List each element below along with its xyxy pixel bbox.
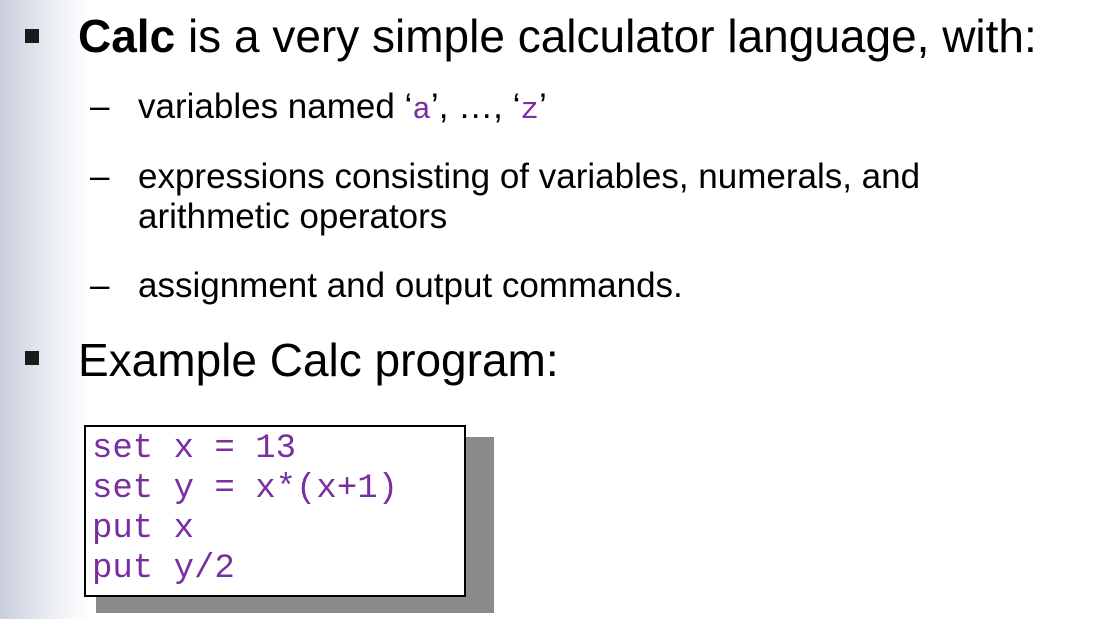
- sub-bullet-commands: assignment and output commands.: [138, 266, 683, 305]
- code-line: put x: [92, 510, 195, 548]
- calc-keyword: Calc: [78, 10, 176, 62]
- code-line: put y/2: [92, 550, 235, 588]
- square-bullet-icon: [25, 29, 39, 43]
- dash-marker: –: [90, 266, 110, 305]
- bullet-example-heading: Example Calc program:: [78, 334, 559, 386]
- bullet-calc-intro: Calc is a very simple calculator languag…: [78, 8, 1037, 64]
- dash-marker: –: [90, 157, 110, 196]
- variables-middle: ’, …, ‘: [430, 87, 521, 126]
- dash-marker: –: [90, 87, 110, 126]
- variable-z: z: [520, 93, 539, 128]
- calc-intro-text: is a very simple calculator language, wi…: [175, 10, 1037, 62]
- left-gradient-band: [0, 0, 90, 619]
- sub-bullet-expressions-line2: arithmetic operators: [138, 197, 448, 236]
- variable-a: a: [412, 93, 431, 128]
- variables-suffix: ’: [538, 87, 547, 126]
- code-line: set y = x*(x+1): [92, 470, 399, 508]
- square-bullet-icon: [25, 351, 39, 365]
- variables-prefix: variables named ‘: [138, 87, 413, 126]
- sub-bullet-variables: variables named ‘a’, …, ‘z’: [138, 87, 547, 131]
- code-line: set x = 13: [92, 430, 297, 468]
- code-example-box: set x = 13 set y = x*(x+1) put x put y/2: [84, 425, 466, 597]
- sub-bullet-expressions-line1: expressions consisting of variables, num…: [138, 157, 921, 196]
